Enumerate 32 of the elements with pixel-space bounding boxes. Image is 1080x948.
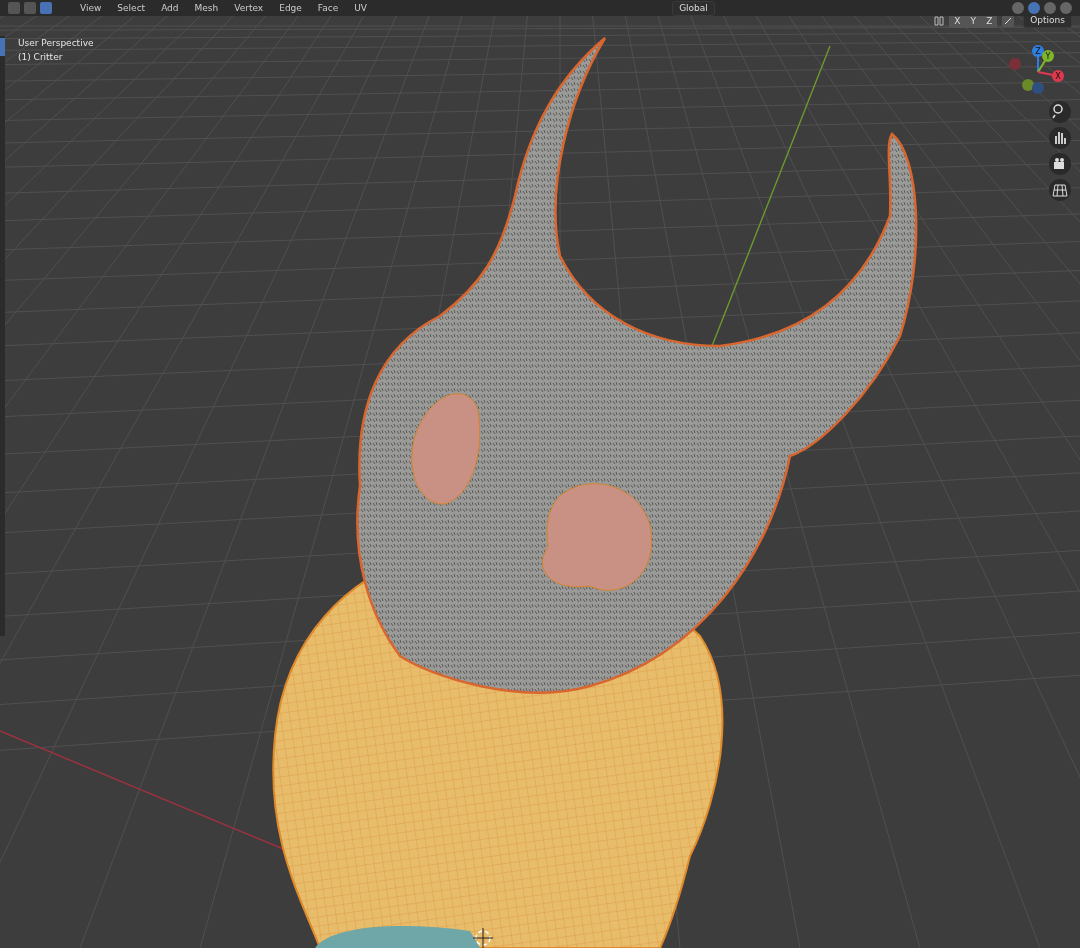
auto-merge-icon[interactable] [1001, 16, 1016, 28]
shading-mode-icon[interactable] [1060, 2, 1072, 14]
orientation-dropdown[interactable]: Global [672, 0, 715, 16]
axis-toggle[interactable]: Y [965, 16, 982, 28]
menu-item[interactable]: Vertex [226, 0, 272, 16]
3d-cursor-icon [472, 927, 494, 948]
menu-item[interactable]: Add [153, 0, 187, 16]
axis-toggle[interactable]: X [949, 16, 966, 28]
select-mode-icon[interactable] [40, 2, 52, 14]
negative-axis-handle[interactable] [1032, 82, 1044, 94]
shading-mode-icon[interactable] [1044, 2, 1056, 14]
menu-item[interactable]: Mesh [186, 0, 227, 16]
camera-icon[interactable] [1049, 153, 1071, 175]
axis-handle[interactable]: Z [1032, 45, 1044, 73]
menu-item[interactable]: UV [346, 0, 375, 16]
object-name-text: (1) Critter [18, 51, 64, 64]
menu-item[interactable]: Face [309, 0, 347, 16]
view-name-text: User Perspective [18, 37, 94, 50]
axis-toggle[interactable]: Z [981, 16, 998, 28]
select-mode-icon[interactable] [24, 2, 36, 14]
menu-item[interactable]: View [72, 0, 110, 16]
select-mode-icon[interactable] [8, 2, 20, 14]
shading-mode-icon[interactable] [1028, 2, 1040, 14]
menu-item[interactable]: Select [109, 0, 154, 16]
menu-item[interactable]: Edge [271, 0, 310, 16]
axis-handle[interactable]: X [1037, 70, 1064, 82]
mirror-icon[interactable] [933, 16, 946, 27]
options-dropdown[interactable]: Options [1023, 16, 1072, 28]
zoom-icon[interactable] [1049, 101, 1071, 123]
negative-axis-handle[interactable] [1009, 58, 1021, 70]
negative-axis-handle[interactable] [1022, 79, 1034, 91]
grid-icon[interactable] [1049, 179, 1071, 201]
